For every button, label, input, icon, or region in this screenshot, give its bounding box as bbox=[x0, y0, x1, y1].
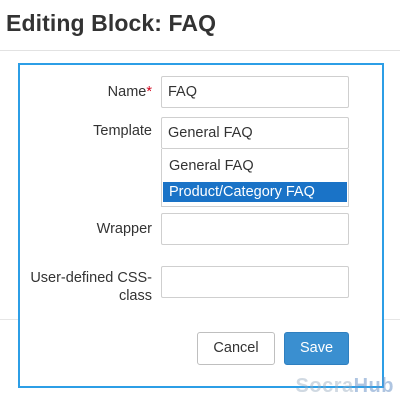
template-option-general-faq[interactable]: General FAQ bbox=[163, 156, 347, 176]
page-title: Editing Block: FAQ bbox=[6, 10, 217, 36]
template-label: Template bbox=[93, 123, 152, 139]
template-option-product-category-faq[interactable]: Product/Category FAQ bbox=[163, 182, 347, 202]
wrapper-label: Wrapper bbox=[96, 221, 152, 237]
css-class-label: User-defined CSS- class bbox=[30, 269, 152, 305]
name-label-text: Name bbox=[107, 84, 147, 100]
edit-block-dialog: Name* FAQ Template General FAQ General F… bbox=[18, 63, 384, 388]
save-button[interactable]: Save bbox=[284, 332, 349, 365]
css-class-label-line2: class bbox=[118, 288, 152, 304]
css-class-input[interactable] bbox=[161, 266, 349, 298]
watermark-part2: Hub bbox=[353, 375, 394, 397]
socrahub-watermark-logo: SocraHub bbox=[296, 375, 394, 398]
template-dropdown-list: General FAQ Product/Category FAQ bbox=[161, 149, 349, 207]
css-class-label-line1: User-defined CSS- bbox=[30, 270, 152, 286]
template-select[interactable]: General FAQ bbox=[161, 117, 349, 149]
cancel-button[interactable]: Cancel bbox=[197, 332, 275, 365]
required-mark: * bbox=[146, 84, 152, 100]
wrapper-input[interactable] bbox=[161, 213, 349, 245]
name-input[interactable]: FAQ bbox=[161, 76, 349, 108]
name-label: Name* bbox=[108, 84, 152, 101]
watermark-part1: Socra bbox=[295, 375, 354, 397]
